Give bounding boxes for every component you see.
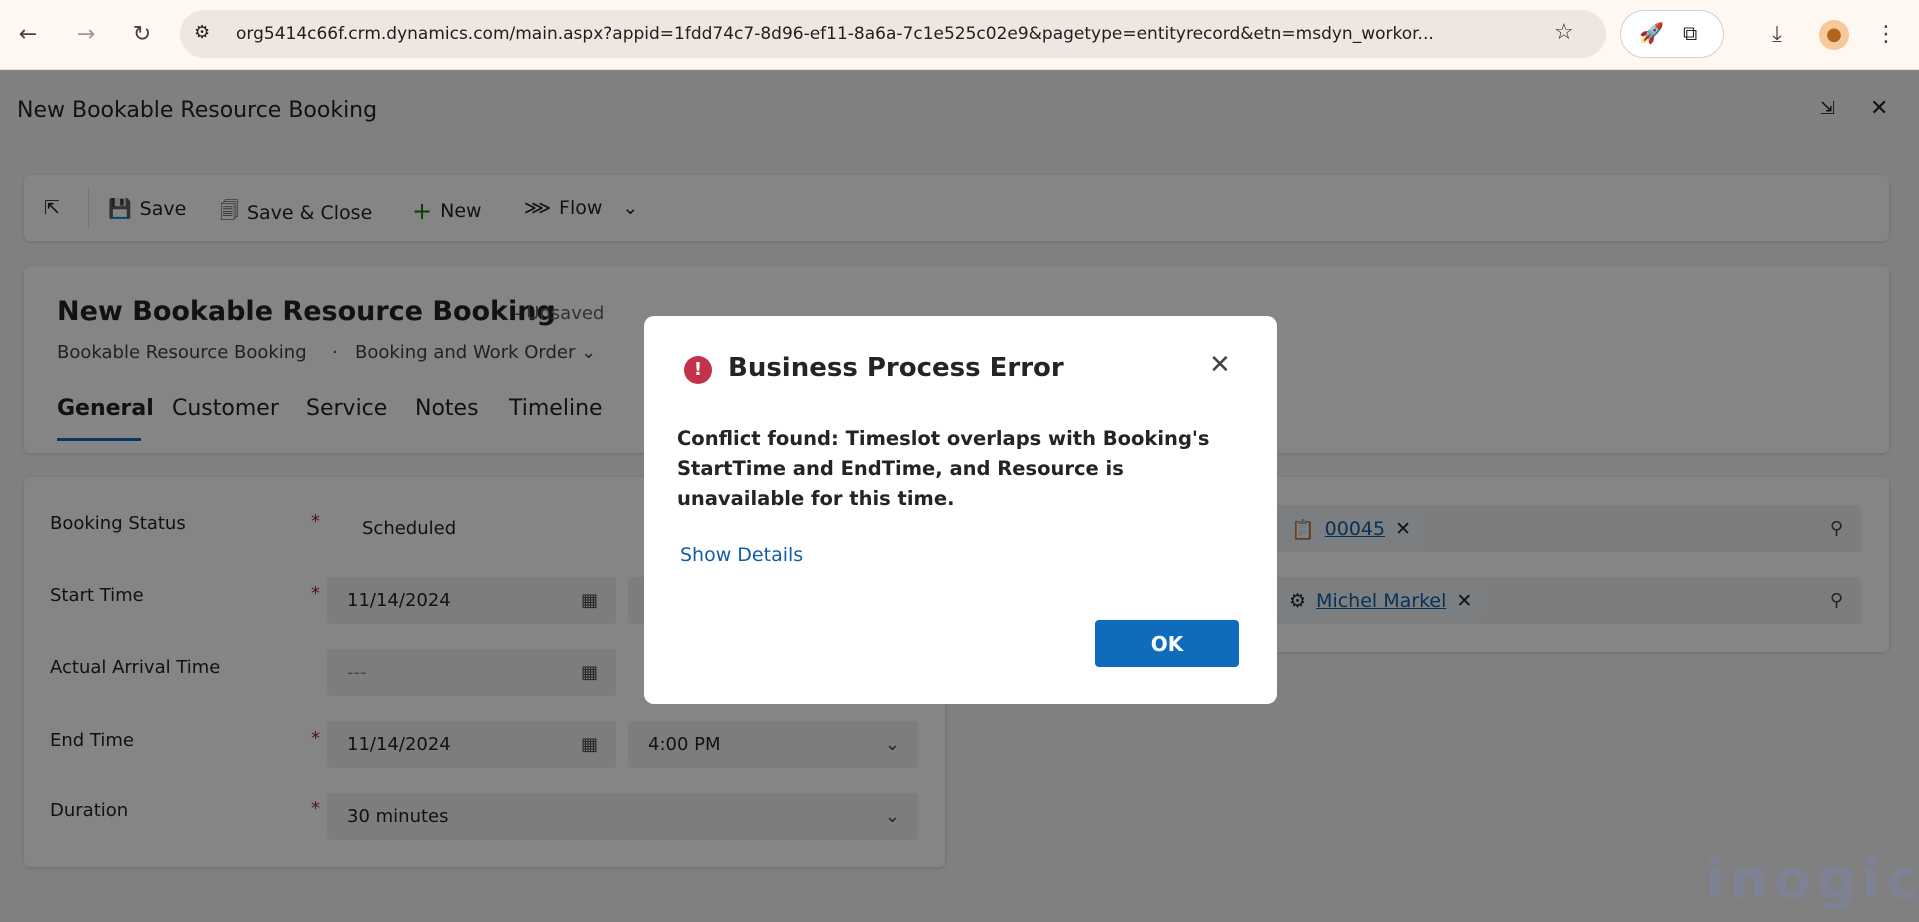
menu-icon[interactable]: ⋮ xyxy=(1872,22,1900,48)
dialog-title: Business Process Error xyxy=(728,353,1064,383)
close-dialog-icon[interactable]: ✕ xyxy=(1209,350,1231,380)
error-message: Conflict found: Timeslot overlaps with B… xyxy=(677,427,1210,510)
url-text: org5414c66f.crm.dynamics.com/main.aspx?a… xyxy=(236,24,1434,44)
extensions-area: 🚀 ⧉ xyxy=(1620,10,1724,58)
browser-toolbar: ← → ↻ ⚙ org5414c66f.crm.dynamics.com/mai… xyxy=(0,0,1919,70)
inogic-watermark: inogic xyxy=(1705,848,1919,911)
forward-icon[interactable]: → xyxy=(72,22,100,48)
bookmark-star-icon[interactable]: ☆ xyxy=(1554,20,1574,45)
back-icon[interactable]: ← xyxy=(14,22,42,48)
error-icon: ! xyxy=(684,356,712,384)
download-icon[interactable]: ⤓ xyxy=(1763,22,1791,48)
rocket-extension-icon[interactable]: 🚀 xyxy=(1639,21,1664,45)
show-details-link[interactable]: Show Details xyxy=(680,544,803,566)
extensions-icon[interactable]: ⧉ xyxy=(1683,21,1697,45)
address-bar[interactable]: ⚙ org5414c66f.crm.dynamics.com/main.aspx… xyxy=(180,10,1606,58)
error-dialog: ! Business Process Error ✕ Conflict foun… xyxy=(644,316,1277,704)
ok-button[interactable]: OK xyxy=(1095,620,1239,667)
reload-icon[interactable]: ↻ xyxy=(128,22,156,48)
profile-avatar[interactable]: ● xyxy=(1819,20,1849,50)
site-info-icon[interactable]: ⚙ xyxy=(194,22,210,43)
